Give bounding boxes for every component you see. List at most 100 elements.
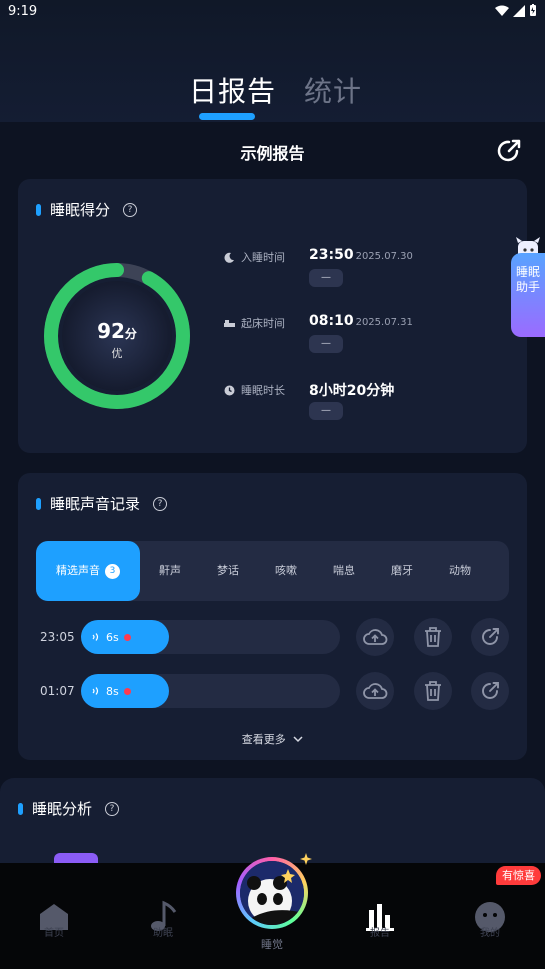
trash-icon xyxy=(425,681,441,701)
help-icon[interactable]: ? xyxy=(105,801,120,816)
wake-time-clock: 08:10 xyxy=(309,313,354,329)
sleep-time-label-wrap: 入睡时间 xyxy=(224,249,285,265)
sleep-time-value: 23:50 2025.07.30 xyxy=(309,247,413,263)
sound-wave-icon xyxy=(92,687,99,695)
tab-featured-sounds[interactable]: 精选声音 3 xyxy=(36,541,140,601)
card-header: 睡眠分析 ? xyxy=(18,798,120,819)
nav-sleep-aid[interactable]: 助眠 xyxy=(128,863,198,969)
cloud-upload-icon xyxy=(363,629,388,645)
share-icon xyxy=(482,628,499,645)
nav-label: 首页 xyxy=(44,928,64,939)
card-accent-dot xyxy=(18,802,23,815)
tab-statistics[interactable]: 统计 xyxy=(304,70,362,110)
nav-home[interactable]: 首页 xyxy=(19,863,89,969)
play-button[interactable]: 8s xyxy=(81,674,169,708)
sleep-assistant-label: 睡眠助手 xyxy=(515,265,540,294)
report-content[interactable]: 示例报告 睡眠得分 ? 92分 优 入睡时间 23:50 2025.07.30 … xyxy=(0,122,545,863)
duration-label-wrap: 睡眠时长 xyxy=(224,382,285,398)
score-value: 92 xyxy=(97,319,125,343)
record-time: 23:05 xyxy=(40,630,75,644)
tab-sleep-talk[interactable]: 梦话 xyxy=(215,541,241,601)
sleep-time-clock: 23:50 xyxy=(309,247,354,263)
card-accent-dot xyxy=(36,497,41,510)
help-icon[interactable]: ? xyxy=(153,496,168,511)
share-button[interactable] xyxy=(471,618,509,656)
wake-time-date: 2025.07.31 xyxy=(355,317,413,328)
record-duration: 8s xyxy=(106,684,119,698)
card-title: 睡眠分析 xyxy=(32,800,93,818)
active-tab-indicator xyxy=(199,113,255,120)
tab-teeth-grinding[interactable]: 磨牙 xyxy=(389,541,415,601)
tab-cough[interactable]: 咳嗽 xyxy=(273,541,299,601)
nav-label: 报告 xyxy=(370,928,390,939)
card-title: 睡眠声音记录 xyxy=(50,495,141,513)
tab-animal[interactable]: 动物 xyxy=(447,541,473,601)
analysis-tile xyxy=(54,853,98,863)
list-item: 01:07 8s xyxy=(18,672,527,712)
nav-label: 我的 xyxy=(480,928,500,939)
nav-label: 睡觉 xyxy=(261,938,283,951)
tab-wheeze[interactable]: 喘息 xyxy=(331,541,357,601)
sleep-time-label: 入睡时间 xyxy=(241,251,285,264)
chevron-down-icon xyxy=(293,736,303,743)
wake-time-tag: — xyxy=(309,335,343,353)
help-icon[interactable]: ? xyxy=(123,202,138,217)
nav-report[interactable]: 报告 xyxy=(345,863,415,969)
record-duration: 6s xyxy=(106,630,119,644)
report-tabs: 日报告 统计 xyxy=(0,70,545,120)
wifi-icon xyxy=(495,5,509,16)
card-header: 睡眠声音记录 ? xyxy=(36,493,168,514)
count-badge: 3 xyxy=(105,563,120,579)
score-grade: 优 xyxy=(111,347,123,360)
report-title: 示例报告 xyxy=(240,144,305,163)
sleep-time-tag: — xyxy=(309,269,343,287)
trash-icon xyxy=(425,627,441,647)
score-ring: 92分 优 xyxy=(42,261,192,411)
record-time: 01:07 xyxy=(40,684,75,698)
status-time: 9:19 xyxy=(8,4,38,19)
delete-button[interactable] xyxy=(414,672,452,710)
upload-button[interactable] xyxy=(356,672,394,710)
tab-label: 精选声音 xyxy=(56,564,100,577)
upload-button[interactable] xyxy=(356,618,394,656)
signal-icon xyxy=(513,4,525,17)
moon-icon xyxy=(224,252,234,263)
sound-wave-icon xyxy=(92,633,99,641)
sparkle-icon xyxy=(300,853,312,865)
wake-time-label-wrap: 起床时间 xyxy=(224,315,285,331)
share-button[interactable] xyxy=(471,672,509,710)
header: 9:19 日报告 统计 xyxy=(0,0,545,122)
home-indicator xyxy=(0,964,545,969)
delete-button[interactable] xyxy=(414,618,452,656)
share-icon[interactable] xyxy=(495,137,523,165)
share-icon xyxy=(482,682,499,699)
audio-track[interactable]: 6s xyxy=(81,620,340,654)
sleep-time-date: 2025.07.30 xyxy=(355,251,413,262)
sleep-score-card: 睡眠得分 ? 92分 优 入睡时间 23:50 2025.07.30 — 起床时… xyxy=(18,179,527,453)
battery-icon xyxy=(530,4,536,16)
duration-tag: — xyxy=(309,402,343,420)
unread-dot xyxy=(123,633,131,641)
sleep-sound-card: 睡眠声音记录 ? 精选声音 3 鼾声 梦话 咳嗽 喘息 磨牙 动物 23:05 6… xyxy=(18,473,527,760)
wake-time-value: 08:10 2025.07.31 xyxy=(309,313,413,329)
sleep-score: 92分 xyxy=(42,319,192,343)
sleep-analysis-card: 睡眠分析 ? xyxy=(0,778,545,863)
sound-category-tabs: 精选声音 3 鼾声 梦话 咳嗽 喘息 磨牙 动物 xyxy=(36,541,509,601)
play-button[interactable]: 6s xyxy=(81,620,169,654)
surprise-badge[interactable]: 有惊喜 xyxy=(496,866,541,885)
duration-value: 8小时20分钟 xyxy=(309,383,395,399)
status-icons xyxy=(495,4,537,17)
list-item: 23:05 6s xyxy=(18,618,527,658)
panda-icon xyxy=(240,861,304,925)
view-more-link[interactable]: 查看更多 xyxy=(18,731,527,747)
wake-time-label: 起床时间 xyxy=(241,317,285,330)
tab-daily-report[interactable]: 日报告 xyxy=(189,70,276,110)
cloud-upload-icon xyxy=(363,683,388,699)
audio-track[interactable]: 8s xyxy=(81,674,340,708)
sleep-assistant-button[interactable]: 睡眠助手 xyxy=(511,253,545,337)
sleep-start-button[interactable] xyxy=(236,857,308,929)
tab-snoring[interactable]: 鼾声 xyxy=(157,541,183,601)
unread-dot xyxy=(123,687,131,695)
score-unit: 分 xyxy=(124,327,137,341)
duration-label: 睡眠时长 xyxy=(241,384,285,397)
